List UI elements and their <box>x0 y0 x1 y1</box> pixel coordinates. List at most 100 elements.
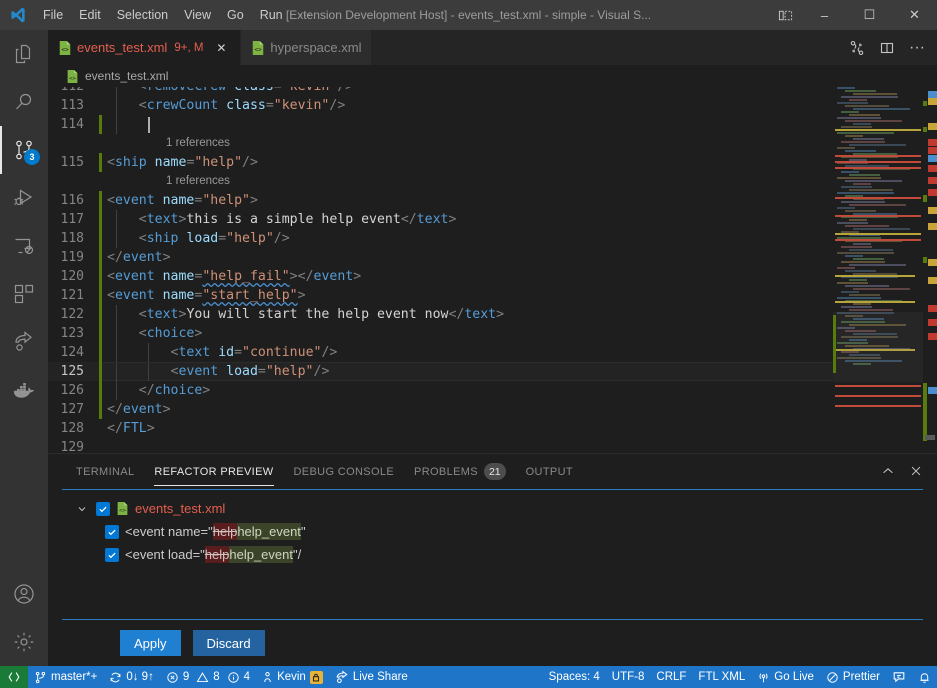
close-window-button[interactable]: ✕ <box>892 0 937 30</box>
ruler-marker[interactable] <box>928 98 937 105</box>
code-line[interactable]: 119</event> <box>48 248 937 267</box>
status-user[interactable]: Kevin <box>256 666 329 688</box>
activity-item-source-control[interactable]: 3 <box>0 126 48 174</box>
minimize-button[interactable]: – <box>802 0 847 30</box>
code-text[interactable]: <event name="start_help"> <box>98 286 306 305</box>
code-content[interactable]: 112 <removeCrew class="kevin"/>113 <crew… <box>48 87 937 453</box>
status-language-mode[interactable]: FTL XML <box>692 666 751 688</box>
refactor-change-row[interactable]: <event name="helphelp_event" <box>62 520 923 543</box>
more-actions-icon[interactable]: ··· <box>903 34 931 62</box>
discard-button[interactable]: Discard <box>193 630 265 656</box>
code-line[interactable]: 117 <text>this is a simple help event</t… <box>48 210 937 229</box>
menu-edit[interactable]: Edit <box>71 0 109 30</box>
status-encoding[interactable]: UTF-8 <box>606 666 651 688</box>
activity-item-search[interactable] <box>0 78 48 126</box>
status-feedback[interactable] <box>886 666 912 688</box>
ruler-marker[interactable] <box>928 123 937 130</box>
code-text[interactable]: <event load="help"/> <box>98 362 329 381</box>
code-text[interactable]: <crewCount class="kevin"/> <box>98 96 345 115</box>
editor-scrollbar-thumb[interactable] <box>925 435 935 440</box>
ruler-marker[interactable] <box>928 207 937 214</box>
code-text[interactable]: <ship name="help"/> <box>98 153 258 172</box>
status-branch[interactable]: master*+ <box>28 666 103 688</box>
editor-scroll[interactable]: 112 <removeCrew class="kevin"/>113 <crew… <box>48 87 937 453</box>
status-notifications[interactable] <box>912 666 937 688</box>
code-text[interactable]: </choice> <box>98 381 210 400</box>
ruler-marker[interactable] <box>928 165 937 172</box>
activity-item-run-and-debug[interactable] <box>0 174 48 222</box>
status-indentation[interactable]: Spaces: 4 <box>543 666 606 688</box>
code-text[interactable]: <event name="help_fail"></event> <box>98 267 361 286</box>
ruler-marker[interactable] <box>928 189 937 196</box>
ruler-marker[interactable] <box>928 305 937 312</box>
code-line[interactable]: 123 <choice> <box>48 324 937 343</box>
code-line[interactable]: 116<event name="help"> <box>48 191 937 210</box>
refactor-change-checkbox[interactable] <box>105 525 119 539</box>
code-text[interactable]: </event> <box>98 248 171 267</box>
activity-item-extensions[interactable] <box>0 270 48 318</box>
status-sync[interactable]: 0↓ 9↑ <box>103 666 160 688</box>
ruler-marker[interactable] <box>928 91 937 98</box>
code-text[interactable]: </event> <box>98 400 171 419</box>
code-line[interactable]: 128</FTL> <box>48 419 937 438</box>
editor-layout-icon[interactable] <box>768 0 802 30</box>
ruler-marker[interactable] <box>928 319 937 326</box>
chevron-down-icon[interactable] <box>74 503 90 515</box>
code-text[interactable]: <text id="continue"/> <box>98 343 337 362</box>
status-live-share[interactable]: Live Share <box>329 666 414 688</box>
code-line[interactable]: 113 <crewCount class="kevin"/> <box>48 96 937 115</box>
menu-bar[interactable]: File Edit Selection View Go Run ··· <box>35 0 319 30</box>
maximize-button[interactable]: ☐ <box>847 0 892 30</box>
minimap-slider[interactable] <box>833 312 923 382</box>
panel-tab-debug-console[interactable]: DEBUG CONSOLE <box>284 454 405 489</box>
compare-changes-icon[interactable] <box>843 34 871 62</box>
collapse-panel-icon[interactable] <box>875 458 901 484</box>
ruler-marker[interactable] <box>928 333 937 340</box>
status-prettier[interactable]: Prettier <box>820 666 886 688</box>
status-remote-window[interactable] <box>0 666 28 688</box>
code-text[interactable]: <ship load="help"/> <box>98 229 290 248</box>
status-go-live[interactable]: Go Live <box>751 666 820 688</box>
tab-events-test-xml[interactable]: <> events_test.xml 9+, M ✕ <box>48 30 241 65</box>
activity-item-settings[interactable] <box>0 618 48 666</box>
code-line[interactable]: 121<event name="start_help"> <box>48 286 937 305</box>
panel-tab-refactor-preview[interactable]: REFACTOR PREVIEW <box>144 454 283 489</box>
code-text[interactable]: <text>this is a simple help event</text> <box>98 210 456 229</box>
code-text[interactable]: <event name="help"> <box>98 191 258 210</box>
activity-item-accounts[interactable] <box>0 570 48 618</box>
editor-area[interactable]: 112 <removeCrew class="kevin"/>113 <crew… <box>48 87 937 453</box>
menu-run[interactable]: Run <box>252 0 291 30</box>
code-line[interactable]: 126 </choice> <box>48 381 937 400</box>
overview-ruler[interactable] <box>923 87 937 453</box>
menu-view[interactable]: View <box>176 0 219 30</box>
activity-item-remote-explorer[interactable] <box>0 222 48 270</box>
code-text[interactable]: </FTL> <box>98 419 155 438</box>
code-line[interactable]: 114 <box>48 115 937 134</box>
code-text[interactable]: <removeCrew class="kevin"/> <box>98 87 353 96</box>
menu-more[interactable]: ··· <box>291 0 320 30</box>
breadcrumb[interactable]: <> events_test.xml <box>48 65 937 87</box>
panel-tab-terminal[interactable]: TERMINAL <box>66 454 144 489</box>
minimap[interactable] <box>833 87 923 453</box>
ruler-marker[interactable] <box>928 139 937 146</box>
ruler-marker[interactable] <box>928 387 937 394</box>
tab-close-icon[interactable]: ✕ <box>212 39 230 57</box>
refactor-file-checkbox[interactable] <box>96 502 110 516</box>
refactor-change-row[interactable]: <event load="helphelp_event"/ <box>62 543 923 566</box>
split-editor-icon[interactable] <box>873 34 901 62</box>
codelens-references[interactable]: 1 references <box>48 134 937 153</box>
ruler-marker[interactable] <box>928 177 937 184</box>
breadcrumb-file[interactable]: events_test.xml <box>85 69 168 83</box>
code-line[interactable]: 120<event name="help_fail"></event> <box>48 267 937 286</box>
codelens-references[interactable]: 1 references <box>48 172 937 191</box>
code-line[interactable]: 115<ship name="help"/> <box>48 153 937 172</box>
code-line[interactable]: 122 <text>You will start the help event … <box>48 305 937 324</box>
apply-button[interactable]: Apply <box>120 630 181 656</box>
code-line[interactable]: 125 <event load="help"/> <box>48 362 937 381</box>
panel-tab-problems[interactable]: PROBLEMS 21 <box>404 454 516 489</box>
activity-item-live-share[interactable] <box>0 318 48 366</box>
activity-item-docker[interactable] <box>0 366 48 414</box>
tab-hyperspace-xml[interactable]: <> hyperspace.xml <box>241 30 372 65</box>
code-text[interactable]: <text>You will start the help event now<… <box>98 305 504 324</box>
ruler-marker[interactable] <box>928 155 937 162</box>
